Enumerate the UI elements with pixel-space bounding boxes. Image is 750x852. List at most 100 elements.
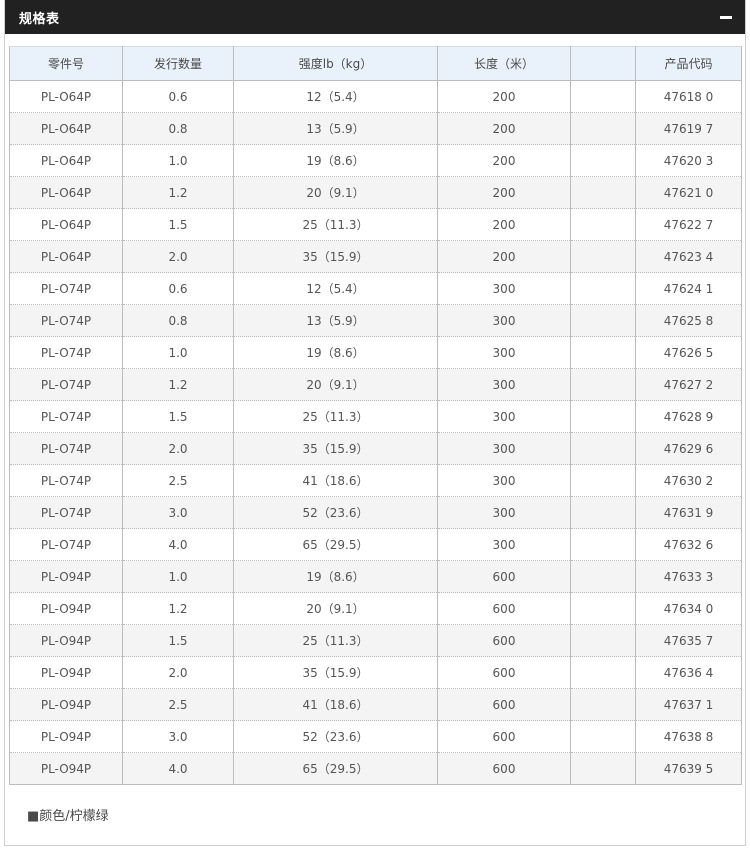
cell-product-code: 47625 8	[635, 304, 742, 337]
cell-product-code: 47635 7	[635, 624, 742, 657]
cell-part-number: PL-O94P	[9, 688, 123, 721]
cell-quantity: 0.8	[122, 112, 234, 145]
cell-quantity: 1.2	[122, 592, 234, 625]
cell-length: 600	[437, 656, 571, 689]
cell-strength: 13（5.9）	[233, 112, 438, 145]
table-row: PL-O64P 0.6 12（5.4） 200 47618 0	[9, 80, 742, 113]
cell-quantity: 2.5	[122, 688, 234, 721]
table-row: PL-O94P 1.2 20（9.1） 600 47634 0	[9, 592, 742, 625]
cell-product-code: 47633 3	[635, 560, 742, 593]
cell-blank	[570, 592, 636, 625]
cell-part-number: PL-O64P	[9, 112, 123, 145]
cell-product-code: 47636 4	[635, 656, 742, 689]
cell-blank	[570, 400, 636, 433]
cell-quantity: 0.8	[122, 304, 234, 337]
cell-blank	[570, 688, 636, 721]
cell-strength: 25（11.3）	[233, 624, 438, 657]
cell-quantity: 1.5	[122, 624, 234, 657]
table-row: PL-O74P 1.5 25（11.3） 300 47628 9	[9, 400, 742, 433]
cell-strength: 20（9.1）	[233, 176, 438, 209]
cell-blank	[570, 368, 636, 401]
cell-product-code: 47630 2	[635, 464, 742, 497]
cell-strength: 35（15.9）	[233, 656, 438, 689]
cell-quantity: 2.5	[122, 464, 234, 497]
cell-part-number: PL-O74P	[9, 400, 123, 433]
table-row: PL-O94P 1.0 19（8.6） 600 47633 3	[9, 560, 742, 593]
table-row: PL-O74P 4.0 65（29.5） 300 47632 6	[9, 528, 742, 561]
cell-length: 300	[437, 528, 571, 561]
cell-product-code: 47622 7	[635, 208, 742, 241]
cell-length: 200	[437, 144, 571, 177]
cell-part-number: PL-O64P	[9, 240, 123, 273]
cell-part-number: PL-O64P	[9, 176, 123, 209]
cell-part-number: PL-O74P	[9, 464, 123, 497]
cell-quantity: 1.5	[122, 208, 234, 241]
col-header-quantity: 发行数量	[122, 46, 234, 81]
cell-strength: 19（8.6）	[233, 336, 438, 369]
cell-quantity: 4.0	[122, 752, 234, 785]
cell-quantity: 1.0	[122, 336, 234, 369]
cell-blank	[570, 240, 636, 273]
cell-quantity: 2.0	[122, 240, 234, 273]
table-row: PL-O74P 2.0 35（15.9） 300 47629 6	[9, 432, 742, 465]
cell-strength: 35（15.9）	[233, 432, 438, 465]
cell-strength: 20（9.1）	[233, 368, 438, 401]
panel-header: 规格表	[5, 0, 745, 34]
cell-blank	[570, 176, 636, 209]
table-row: PL-O74P 1.0 19（8.6） 300 47626 5	[9, 336, 742, 369]
collapse-minus-icon[interactable]	[719, 10, 733, 24]
cell-length: 600	[437, 720, 571, 753]
panel-title: 规格表	[19, 11, 60, 27]
cell-strength: 35（15.9）	[233, 240, 438, 273]
cell-part-number: PL-O74P	[9, 368, 123, 401]
cell-part-number: PL-O74P	[9, 432, 123, 465]
cell-strength: 25（11.3）	[233, 208, 438, 241]
cell-part-number: PL-O64P	[9, 144, 123, 177]
cell-length: 300	[437, 336, 571, 369]
cell-product-code: 47629 6	[635, 432, 742, 465]
cell-quantity: 3.0	[122, 496, 234, 529]
cell-length: 200	[437, 112, 571, 145]
cell-blank	[570, 752, 636, 785]
cell-part-number: PL-O64P	[9, 80, 123, 113]
cell-length: 300	[437, 368, 571, 401]
cell-part-number: PL-O94P	[9, 752, 123, 785]
cell-product-code: 47632 6	[635, 528, 742, 561]
cell-quantity: 4.0	[122, 528, 234, 561]
table-row: PL-O94P 4.0 65（29.5） 600 47639 5	[9, 752, 742, 785]
col-header-blank	[570, 46, 636, 81]
cell-quantity: 0.6	[122, 272, 234, 305]
cell-length: 200	[437, 240, 571, 273]
cell-length: 600	[437, 688, 571, 721]
table-row: PL-O64P 1.5 25（11.3） 200 47622 7	[9, 208, 742, 241]
col-header-length: 长度（米）	[437, 46, 571, 81]
cell-length: 600	[437, 560, 571, 593]
cell-length: 300	[437, 464, 571, 497]
cell-blank	[570, 496, 636, 529]
cell-part-number: PL-O64P	[9, 208, 123, 241]
cell-blank	[570, 432, 636, 465]
cell-blank	[570, 272, 636, 305]
cell-product-code: 47638 8	[635, 720, 742, 753]
cell-part-number: PL-O74P	[9, 272, 123, 305]
cell-strength: 41（18.6）	[233, 688, 438, 721]
cell-length: 600	[437, 624, 571, 657]
cell-blank	[570, 304, 636, 337]
table-row: PL-O74P 0.8 13（5.9） 300 47625 8	[9, 304, 742, 337]
cell-length: 200	[437, 176, 571, 209]
cell-part-number: PL-O94P	[9, 624, 123, 657]
cell-quantity: 1.2	[122, 176, 234, 209]
cell-product-code: 47623 4	[635, 240, 742, 273]
cell-quantity: 3.0	[122, 720, 234, 753]
cell-quantity: 1.0	[122, 560, 234, 593]
cell-product-code: 47634 0	[635, 592, 742, 625]
cell-quantity: 1.2	[122, 368, 234, 401]
cell-product-code: 47618 0	[635, 80, 742, 113]
table-row: PL-O74P 2.5 41（18.6） 300 47630 2	[9, 464, 742, 497]
cell-blank	[570, 656, 636, 689]
cell-strength: 52（23.6）	[233, 720, 438, 753]
cell-part-number: PL-O94P	[9, 720, 123, 753]
cell-part-number: PL-O74P	[9, 336, 123, 369]
table-row: PL-O74P 1.2 20（9.1） 300 47627 2	[9, 368, 742, 401]
cell-blank	[570, 336, 636, 369]
